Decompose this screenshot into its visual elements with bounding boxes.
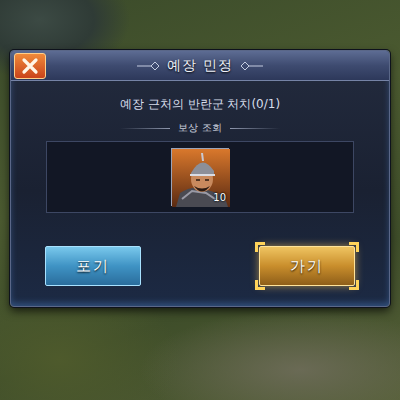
divider-line — [120, 128, 170, 129]
quest-objective: 예장 근처의 반란군 처치(0/1) — [11, 94, 389, 114]
divider-line — [230, 128, 280, 129]
reward-box: 10 — [46, 141, 354, 213]
title-bar: 예장 민정 — [11, 51, 389, 81]
reward-item[interactable]: 10 — [171, 148, 229, 206]
button-row: 포기 가기 — [11, 246, 389, 286]
title-ornament-icon — [241, 58, 263, 73]
button-label[interactable]: 포기 — [76, 255, 110, 278]
selection-corner — [349, 242, 359, 252]
go-button[interactable]: 가기 — [259, 246, 355, 286]
abandon-button[interactable]: 포기 — [45, 246, 141, 286]
dialog-title: 예장 민정 — [167, 55, 232, 76]
quest-dialog: 예장 민정예장 근처의 반란군 처치(0/1) 보상 조회 10 포기 가기 — [10, 50, 390, 307]
selection-corner — [255, 242, 265, 252]
title-wrap: 예장 민정 — [46, 55, 354, 76]
reward-heading-row: 보상 조회 — [11, 121, 389, 135]
button-label[interactable]: 가기 — [290, 255, 324, 278]
game-stage: 예장 민정예장 근처의 반란군 처치(0/1) 보상 조회 10 포기 가기 — [0, 0, 400, 307]
reward-heading: 보상 조회 — [178, 121, 221, 135]
selection-corner — [255, 280, 265, 290]
reward-count: 10 — [213, 190, 226, 205]
title-ornament-icon — [137, 58, 159, 73]
close-button[interactable] — [14, 53, 46, 79]
close-icon[interactable] — [20, 57, 40, 75]
selection-corner — [349, 280, 359, 290]
